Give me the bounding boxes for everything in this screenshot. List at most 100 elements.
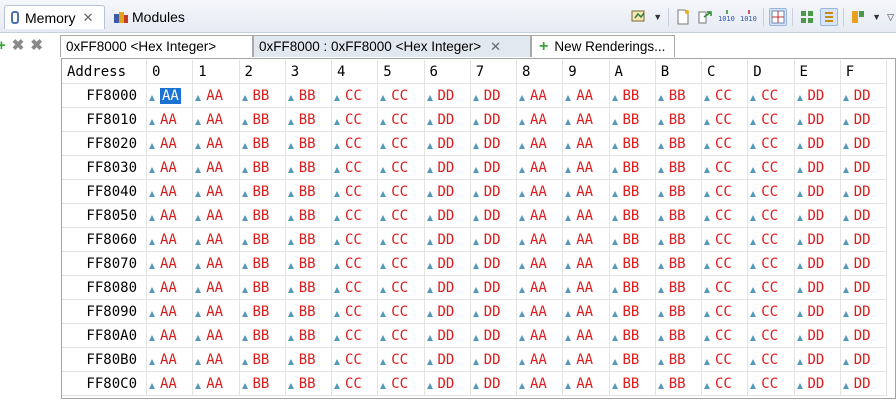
memory-cell[interactable]: CC	[332, 84, 379, 108]
chevron-down-icon[interactable]: ▼	[872, 12, 881, 22]
memory-cell[interactable]: DD	[794, 156, 841, 180]
memory-cell[interactable]: BB	[655, 156, 702, 180]
monitor-icon[interactable]	[630, 8, 648, 26]
memory-cell[interactable]: CC	[332, 324, 379, 348]
memory-cell[interactable]: CC	[748, 252, 795, 276]
memory-cell[interactable]: DD	[840, 84, 887, 108]
memory-cell[interactable]: DD	[794, 372, 841, 396]
memory-cell[interactable]: CC	[702, 108, 749, 132]
memory-cell[interactable]: CC	[702, 180, 749, 204]
memory-cell[interactable]: CC	[702, 156, 749, 180]
memory-cell[interactable]: AA	[563, 324, 610, 348]
memory-cell[interactable]: AA	[563, 348, 610, 372]
memory-cell[interactable]: AA	[147, 228, 194, 252]
memory-cell[interactable]: DD	[470, 228, 517, 252]
close-icon[interactable]: ✕	[83, 11, 94, 24]
memory-cell[interactable]: AA	[563, 372, 610, 396]
memory-cell[interactable]: BB	[285, 204, 332, 228]
memory-cell[interactable]: BB	[239, 132, 286, 156]
memory-cell[interactable]: CC	[378, 300, 425, 324]
memory-cell[interactable]: BB	[655, 180, 702, 204]
memory-cell[interactable]: BB	[655, 372, 702, 396]
memory-cell[interactable]: AA	[517, 156, 564, 180]
memory-cell[interactable]: AA	[193, 204, 240, 228]
memory-cell[interactable]: BB	[285, 300, 332, 324]
memory-cell[interactable]: DD	[794, 108, 841, 132]
new-renderings-tab[interactable]: + New Renderings...	[531, 35, 675, 57]
memory-cell[interactable]: BB	[285, 84, 332, 108]
memory-cell[interactable]: BB	[285, 228, 332, 252]
memory-cell[interactable]: BB	[285, 108, 332, 132]
memory-cell[interactable]: BB	[285, 132, 332, 156]
memory-cell[interactable]: DD	[424, 204, 471, 228]
memory-cell[interactable]: DD	[794, 276, 841, 300]
memory-cell[interactable]: DD	[424, 180, 471, 204]
memory-cell[interactable]: CC	[378, 348, 425, 372]
memory-cell[interactable]: BB	[285, 324, 332, 348]
memory-cell[interactable]: BB	[239, 204, 286, 228]
memory-cell[interactable]: AA	[193, 228, 240, 252]
memory-cell[interactable]: CC	[332, 300, 379, 324]
memory-cell[interactable]: CC	[378, 84, 425, 108]
memory-cell[interactable]: AA	[517, 108, 564, 132]
memory-cell[interactable]: BB	[655, 300, 702, 324]
memory-cell[interactable]: DD	[470, 84, 517, 108]
memory-cell[interactable]: DD	[424, 156, 471, 180]
memory-cell[interactable]: DD	[470, 252, 517, 276]
memory-cell[interactable]: CC	[702, 84, 749, 108]
memory-cell[interactable]: BB	[609, 324, 656, 348]
memory-cell[interactable]: AA	[517, 84, 564, 108]
memory-cell[interactable]: AA	[517, 276, 564, 300]
memory-cell[interactable]: AA	[147, 84, 194, 108]
modules-view-tab[interactable]: Modules	[112, 5, 185, 29]
memory-cell[interactable]: CC	[748, 180, 795, 204]
memory-cell[interactable]: BB	[285, 348, 332, 372]
memory-cell[interactable]: AA	[563, 132, 610, 156]
memory-cell[interactable]: AA	[193, 84, 240, 108]
memory-cell[interactable]: BB	[609, 348, 656, 372]
memory-cell[interactable]: CC	[332, 132, 379, 156]
memory-cell[interactable]: DD	[840, 324, 887, 348]
memory-cell[interactable]: BB	[609, 180, 656, 204]
rendering-tab-hex-range[interactable]: 0xFF8000 : 0xFF8000 <Hex Integer> ✕	[253, 35, 531, 57]
memory-cell[interactable]: DD	[794, 84, 841, 108]
memory-cell[interactable]: DD	[840, 180, 887, 204]
memory-cell[interactable]: BB	[239, 300, 286, 324]
memory-cell[interactable]: AA	[517, 132, 564, 156]
memory-cell[interactable]: BB	[609, 300, 656, 324]
memory-cell[interactable]: AA	[193, 252, 240, 276]
memory-cell[interactable]: DD	[470, 324, 517, 348]
memory-cell[interactable]: CC	[702, 348, 749, 372]
memory-cell[interactable]: DD	[470, 348, 517, 372]
memory-cell[interactable]: BB	[609, 156, 656, 180]
memory-cell[interactable]: CC	[332, 156, 379, 180]
memory-cell[interactable]: DD	[424, 324, 471, 348]
memory-cell[interactable]: BB	[609, 132, 656, 156]
memory-cell[interactable]: CC	[748, 372, 795, 396]
memory-cell[interactable]: DD	[794, 348, 841, 372]
memory-cell[interactable]: AA	[193, 132, 240, 156]
memory-cell[interactable]: BB	[239, 180, 286, 204]
memory-cell[interactable]: BB	[239, 84, 286, 108]
memory-cell[interactable]: BB	[655, 228, 702, 252]
memory-cell[interactable]: AA	[193, 276, 240, 300]
chevron-down-icon[interactable]: ▼	[653, 12, 662, 22]
memory-cell[interactable]: AA	[563, 84, 610, 108]
memory-cell[interactable]: CC	[748, 204, 795, 228]
memory-cell[interactable]: DD	[424, 348, 471, 372]
memory-cell[interactable]: CC	[332, 180, 379, 204]
memory-cell[interactable]: CC	[332, 228, 379, 252]
memory-cell[interactable]: BB	[655, 108, 702, 132]
memory-cell[interactable]: DD	[470, 372, 517, 396]
layout-options-icon[interactable]	[849, 8, 867, 26]
remove-icon[interactable]: ✖	[12, 36, 25, 54]
memory-cell[interactable]: AA	[193, 348, 240, 372]
memory-cell[interactable]: AA	[563, 228, 610, 252]
memory-cell[interactable]: DD	[424, 276, 471, 300]
memory-cell[interactable]: AA	[193, 108, 240, 132]
memory-cell[interactable]: BB	[609, 108, 656, 132]
memory-cell[interactable]: AA	[517, 228, 564, 252]
view-menu-icon[interactable]: ▽	[887, 12, 894, 23]
memory-cell[interactable]: AA	[147, 372, 194, 396]
memory-cell[interactable]: DD	[840, 252, 887, 276]
